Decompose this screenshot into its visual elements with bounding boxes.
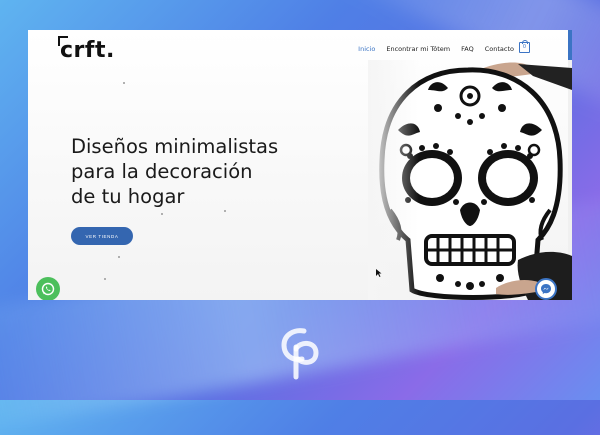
website-screenshot-frame: crft. Inicio Encontrar mi Tótem FAQ Cont… bbox=[28, 30, 572, 300]
site-logo[interactable]: crft. bbox=[60, 38, 115, 63]
hero-headline: Diseños minimalistas para la decoración … bbox=[71, 134, 331, 209]
headline-line-2: para la decoración bbox=[71, 160, 253, 183]
whatsapp-icon bbox=[41, 282, 55, 296]
nav-item-contacto[interactable]: Contacto bbox=[485, 45, 514, 53]
decor-dot bbox=[123, 82, 125, 84]
nav-item-faq[interactable]: FAQ bbox=[461, 45, 474, 53]
main-nav: Inicio Encontrar mi Tótem FAQ Contacto bbox=[358, 45, 514, 53]
ver-tienda-button[interactable]: VER TIENDA bbox=[71, 227, 133, 245]
decor-dot bbox=[104, 278, 106, 280]
brand-logo-icon bbox=[281, 328, 319, 380]
messenger-icon bbox=[541, 284, 551, 294]
nav-item-encontrar-totem[interactable]: Encontrar mi Tótem bbox=[386, 45, 450, 53]
scrollbar-thumb[interactable] bbox=[568, 30, 572, 60]
headline-line-3: de tu hogar bbox=[71, 185, 185, 208]
decor-dot bbox=[118, 256, 120, 258]
cart-count: 0 bbox=[522, 44, 527, 50]
sugar-skull-illustration bbox=[368, 60, 572, 300]
messenger-chat-button[interactable] bbox=[535, 278, 557, 300]
nav-item-inicio[interactable]: Inicio bbox=[358, 45, 375, 53]
mouse-pointer-icon bbox=[376, 269, 382, 277]
decor-dot bbox=[161, 213, 163, 215]
shopping-bag-icon[interactable]: 0 bbox=[519, 40, 530, 53]
decor-dot bbox=[224, 210, 226, 212]
whatsapp-chat-button[interactable] bbox=[36, 277, 60, 300]
headline-line-1: Diseños minimalistas bbox=[71, 135, 279, 158]
